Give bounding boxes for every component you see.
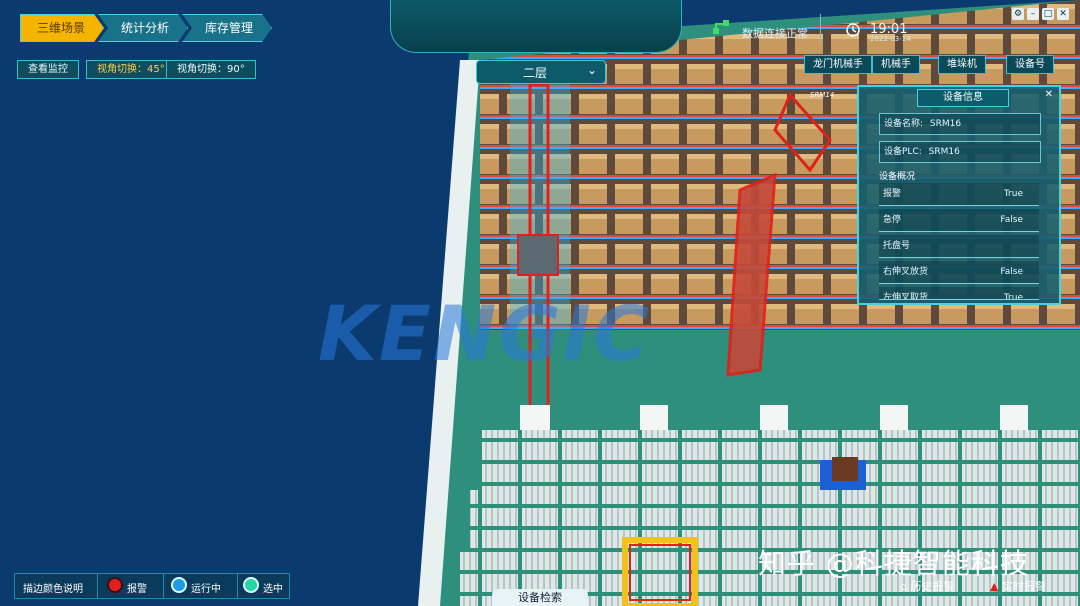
overview-value: True — [1003, 189, 1023, 199]
tab-robot[interactable]: 机械手 — [872, 55, 920, 74]
current-date: 2022-03-14 — [870, 35, 911, 43]
device-name-label: 设备名称: — [884, 119, 924, 129]
overview-key: 右伸叉放货 — [883, 267, 929, 277]
view-90-button[interactable]: 视角切换：90° — [166, 60, 256, 79]
maximize-icon[interactable]: □ — [1042, 8, 1054, 20]
panel-close-icon[interactable]: ✕ — [1045, 89, 1053, 100]
overview-key: 左伸叉取货 — [883, 293, 929, 300]
legend-alarm: 报警 — [127, 584, 147, 595]
overview-row: 左伸叉取货 True — [879, 287, 1039, 300]
device-plc-row: 设备PLC: SRM16 — [879, 141, 1041, 163]
legend-running: 运行中 — [191, 584, 221, 595]
panel-title: 设备信息 — [917, 89, 1009, 107]
outline-color-legend: 描边颜色说明 报警 运行中 选中 — [14, 573, 290, 599]
overview-key: 托盘号 — [883, 241, 911, 251]
kengic-logo: KENGIC — [318, 289, 651, 378]
main-nav: 三维场景 统计分析 库存管理 — [20, 14, 272, 40]
view-monitor-button[interactable]: 查看监控 — [17, 60, 79, 79]
settings-icon[interactable]: ⚙ — [1012, 8, 1024, 20]
overview-key: 急停 — [883, 215, 902, 225]
clock-icon — [846, 23, 860, 37]
tab-gantry-robot[interactable]: 龙门机械手 — [804, 55, 872, 74]
connection-status: 数据连接正常 — [742, 27, 808, 40]
tab-device-number[interactable]: 设备号 — [1006, 55, 1054, 74]
chevron-down-icon: ⌄ — [586, 63, 597, 77]
device-plc-value: SRM16 — [928, 147, 960, 157]
minimize-icon[interactable]: – — [1027, 8, 1039, 20]
tab-inventory[interactable]: 库存管理 — [182, 14, 272, 42]
tab-3d-scene[interactable]: 三维场景 — [20, 14, 104, 42]
overview-row: 右伸叉放货 False — [879, 261, 1039, 284]
legend-title: 描边颜色说明 — [23, 584, 83, 595]
device-name-row: 设备名称: SRM16 — [879, 113, 1041, 135]
tab-statistics[interactable]: 统计分析 — [98, 14, 188, 42]
floor-select[interactable]: 二层 ⌄ — [476, 60, 606, 84]
floor-select-value: 二层 — [523, 66, 548, 80]
device-name-value: SRM16 — [929, 119, 962, 129]
overview-value: True — [1003, 293, 1023, 300]
device-info-panel: 设备信息 ✕ 设备名称: SRM16 设备PLC: SRM16 设备概况 报警 … — [857, 85, 1061, 305]
running-dot-icon — [173, 579, 185, 591]
legend-divider — [163, 574, 164, 598]
device-plc-label: 设备PLC: — [884, 147, 922, 157]
selected-dot-icon — [245, 579, 257, 591]
srm-label: SRM14 — [810, 91, 835, 99]
legend-divider — [237, 574, 238, 598]
tab-stacker[interactable]: 堆垛机 — [938, 55, 986, 74]
legend-selected: 选中 — [263, 584, 283, 595]
overview-label: 设备概况 — [879, 172, 916, 182]
device-search-tab[interactable]: 设备检索 — [492, 589, 588, 606]
connection-icon — [713, 20, 729, 34]
alarm-dot-icon — [109, 579, 121, 591]
overview-row: 托盘号 — [879, 235, 1039, 258]
view-45-button[interactable]: 视角切换：45° — [86, 60, 176, 79]
overview-key: 报警 — [883, 189, 902, 199]
overview-value: False — [1000, 215, 1023, 225]
status-divider — [820, 14, 821, 44]
close-icon[interactable]: ✕ — [1057, 8, 1069, 20]
status-bar: 数据连接正常 19:01 2022-03-14 — [690, 8, 1020, 48]
overview-row: 报警 True — [879, 183, 1039, 206]
legend-divider — [97, 574, 98, 598]
overview-value: False — [1000, 267, 1023, 277]
overview-row: 急停 False — [879, 209, 1039, 232]
watermark: 知乎 @科捷智能科技 — [758, 547, 1029, 580]
top-center-header — [390, 0, 682, 53]
